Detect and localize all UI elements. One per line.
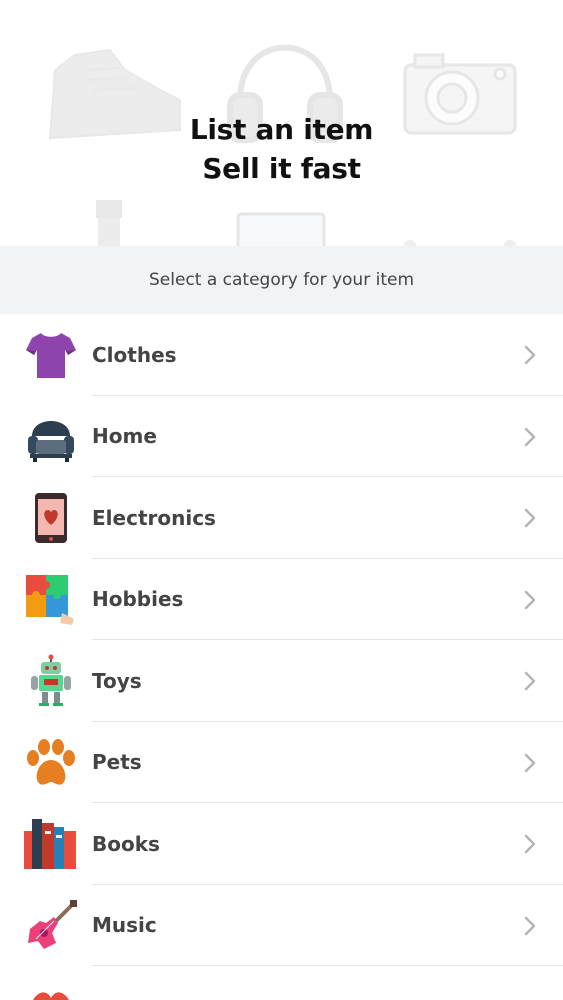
category-item-pets[interactable]: Pets [0, 722, 563, 803]
category-item-toys[interactable]: Toys [0, 640, 563, 722]
category-item-hobbies[interactable]: Hobbies [0, 559, 563, 640]
category-item-books[interactable]: Books [0, 803, 563, 885]
smartphone-icon [35, 493, 67, 543]
category-label: Toys [92, 668, 142, 693]
category-label: Electronics [92, 505, 216, 530]
category-label: Clothes [92, 342, 177, 367]
category-list: Clothes Home Electronics Hobbies Toys Pe… [0, 314, 563, 1000]
category-label: Pets [92, 750, 142, 775]
chevron-right-icon [524, 427, 536, 446]
books-icon [24, 819, 76, 869]
guitar-icon [28, 899, 77, 949]
hero-title-line-2: Sell it fast [202, 152, 361, 185]
category-label: Hobbies [92, 587, 184, 612]
robot-icon [31, 654, 71, 706]
category-label: Music [92, 913, 157, 938]
hero-title: List an item Sell it fast [0, 110, 563, 188]
category-label: Home [92, 424, 157, 449]
category-item-electronics[interactable]: Electronics [0, 477, 563, 559]
watch-illustration [96, 200, 122, 246]
puzzle-icon [26, 574, 74, 625]
chevron-right-icon [524, 834, 536, 854]
chevron-right-icon [524, 916, 536, 935]
laptop-illustration [236, 212, 326, 246]
chevron-right-icon [524, 753, 536, 772]
chevron-right-icon [524, 508, 536, 528]
chevron-right-icon [524, 671, 536, 691]
chevron-right-icon [524, 590, 536, 609]
hero-title-line-1: List an item [189, 113, 374, 146]
category-item-music[interactable]: Music [0, 885, 563, 966]
category-label: Books [92, 831, 160, 856]
category-item-partial[interactable] [0, 966, 563, 1000]
paw-icon [27, 738, 75, 785]
category-item-home[interactable]: Home [0, 396, 563, 477]
armchair-icon [28, 420, 74, 462]
tshirt-icon [26, 333, 76, 378]
category-item-clothes[interactable]: Clothes [0, 314, 563, 396]
heart-icon [33, 992, 69, 1000]
chevron-right-icon [524, 345, 536, 365]
hero-banner: List an item Sell it fast [0, 0, 563, 246]
category-prompt: Select a category for your item [0, 246, 563, 314]
